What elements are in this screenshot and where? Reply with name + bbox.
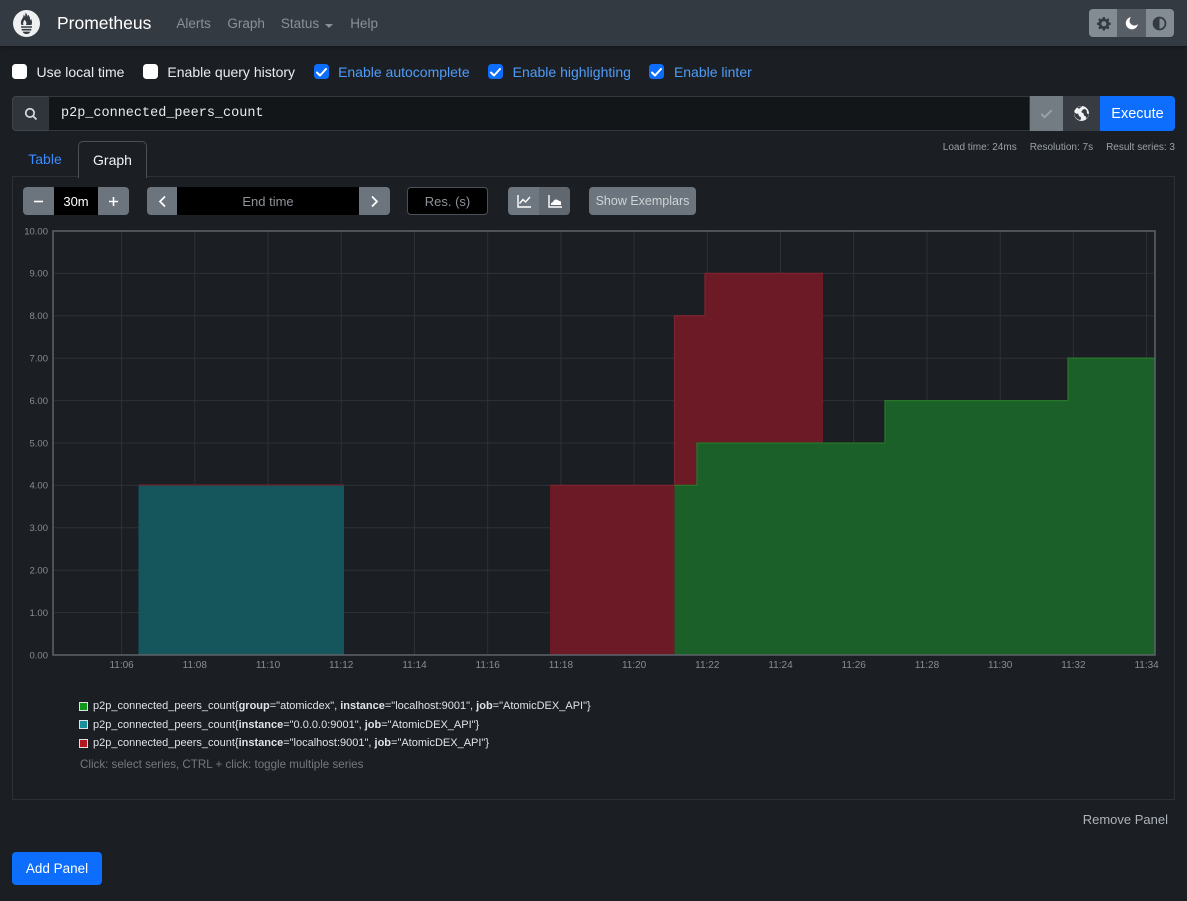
svg-text:7.00: 7.00 bbox=[30, 354, 49, 365]
svg-text:2.00: 2.00 bbox=[30, 566, 49, 577]
svg-text:11:34: 11:34 bbox=[1134, 660, 1159, 671]
svg-text:10.00: 10.00 bbox=[24, 226, 48, 237]
svg-text:11:32: 11:32 bbox=[1061, 660, 1086, 671]
svg-text:11:08: 11:08 bbox=[183, 660, 208, 671]
svg-text:0.00: 0.00 bbox=[30, 650, 49, 661]
svg-text:4.00: 4.00 bbox=[30, 481, 49, 492]
svg-text:11:06: 11:06 bbox=[109, 660, 134, 671]
svg-text:11:12: 11:12 bbox=[329, 660, 354, 671]
svg-text:11:22: 11:22 bbox=[695, 660, 720, 671]
svg-text:11:10: 11:10 bbox=[256, 660, 281, 671]
svg-text:11:20: 11:20 bbox=[622, 660, 647, 671]
svg-text:6.00: 6.00 bbox=[30, 396, 49, 407]
svg-text:11:14: 11:14 bbox=[402, 660, 427, 671]
svg-text:9.00: 9.00 bbox=[30, 269, 49, 280]
svg-text:11:30: 11:30 bbox=[988, 660, 1013, 671]
svg-text:11:24: 11:24 bbox=[768, 660, 793, 671]
svg-text:1.00: 1.00 bbox=[30, 608, 49, 619]
svg-text:8.00: 8.00 bbox=[30, 311, 49, 322]
svg-text:11:16: 11:16 bbox=[476, 660, 501, 671]
svg-text:11:26: 11:26 bbox=[842, 660, 867, 671]
svg-text:5.00: 5.00 bbox=[30, 438, 49, 449]
svg-text:11:28: 11:28 bbox=[915, 660, 940, 671]
svg-text:3.00: 3.00 bbox=[30, 523, 49, 534]
svg-text:11:18: 11:18 bbox=[549, 660, 574, 671]
